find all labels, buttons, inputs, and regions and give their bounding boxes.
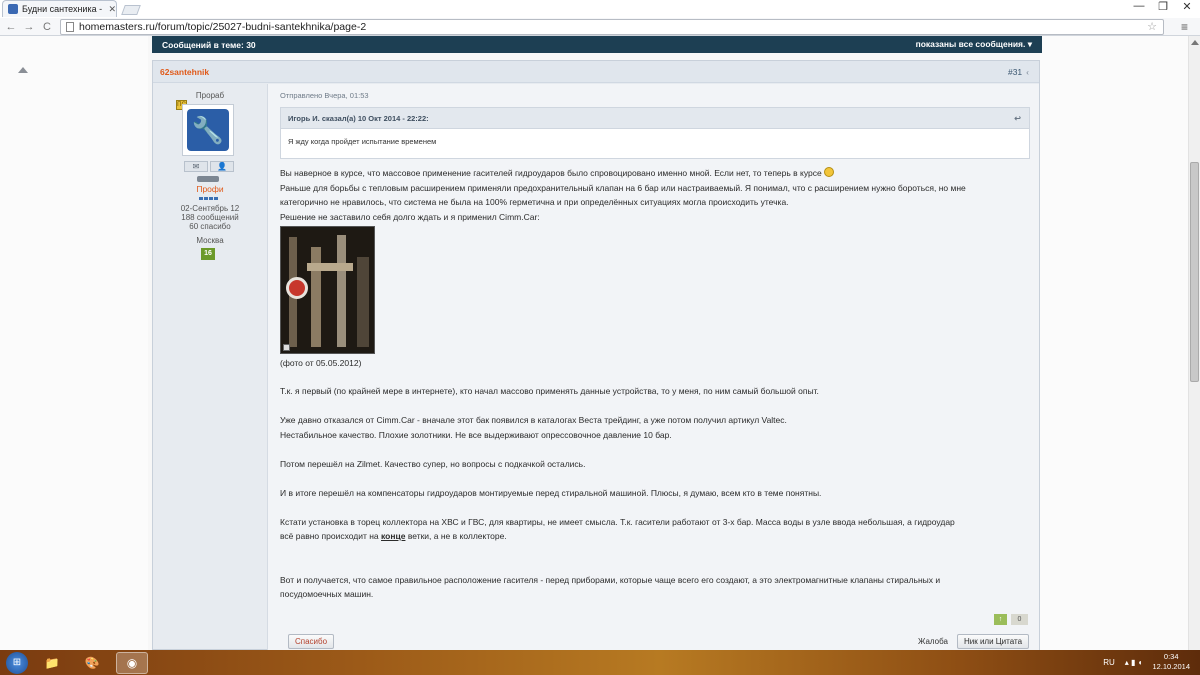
join-date: 02-Сентябрь 12 [180,204,240,213]
quote-text: Я жду когда пройдет испытание временем [288,137,437,146]
photo-caption: (фото от 05.05.2012) [280,358,362,368]
maximize-button[interactable]: ❐ [1156,0,1170,13]
taskbar: ⊞ 📁 🎨 ◉ RU ▴ ▮ ◖ 0:34 12.10.2014 [0,650,1200,675]
scroll-thumb[interactable] [1190,162,1199,382]
paragraph: Уже давно отказался от Cimm.Car - вначал… [280,415,787,425]
clock-date: 12.10.2014 [1152,662,1190,671]
paragraph: Нестабильное качество. Плохие золотники.… [280,429,672,440]
title-bar: Будни сантехника - Стра ✕ — ❐ ✕ [0,0,1200,18]
show-messages-dropdown[interactable]: показаны все сообщения. ▾ [916,39,1032,50]
address-bar[interactable]: homemasters.ru/forum/topic/25027-budni-s… [60,19,1164,35]
message-count: Сообщений в теме: 30 [162,39,256,50]
browser-menu-icon[interactable]: ≡ [1181,20,1188,34]
tab-close-icon[interactable]: ✕ [108,4,116,15]
system-tray: RU ▴ ▮ ◖ 0:34 12.10.2014 [1103,652,1190,672]
new-tab-button[interactable] [121,5,141,15]
user-actions: ✉ 👤 [184,161,234,172]
user-group: Профи [196,184,224,194]
jump-to-quote-icon[interactable]: ↩ [1014,114,1021,123]
post-content: Отправлено Вчера, 01:53 Игорь И. сказал(… [267,84,1039,650]
thanks-button[interactable]: Спасибо [288,634,334,649]
thanks-count: 60 спасибо [189,222,231,231]
post-count: 188 сообщений [181,213,239,222]
avatar[interactable]: 🔧 [182,104,234,156]
send-message-button[interactable]: ✉ [184,161,208,172]
share-icon[interactable]: ‹ [1026,67,1029,77]
scroll-up-icon[interactable] [1191,40,1199,45]
left-margin [0,36,148,650]
post-body-continued: Т.к. я первый (по крайней мере в интерне… [280,384,1032,616]
browser-toolbar: ← → C homemasters.ru/forum/topic/25027-b… [0,18,1200,36]
clock-time: 0:34 [1163,652,1179,661]
tray-icons[interactable]: ▴ ▮ ◖ [1125,658,1143,667]
quote-citation: Игорь И. сказал(а) 10 Окт 2014 - 22:22: [288,114,429,123]
user-rank: Прораб [195,91,225,100]
user-info-panel: Прораб ПС 🔧 ✉ 👤 Профи 02-Сентябрь 12 188… [153,84,267,650]
topic-bar: Сообщений в теме: 30 показаны все сообще… [152,36,1042,53]
paragraph: Потом перешёл на Zilmet. Качество супер,… [280,458,586,469]
minimize-button[interactable]: — [1132,0,1146,13]
paragraph: Кстати установка в торец коллектора на Х… [280,516,955,542]
valve-knob [286,277,308,299]
language-indicator[interactable]: RU [1103,658,1115,667]
report-link[interactable]: Жалоба [918,637,948,646]
body-line: Решение не заставило себя долго ждать и … [280,211,540,222]
reload-button[interactable]: C [40,21,54,33]
body-line: Раньше для борьбы с тепловым расширением… [280,182,966,193]
scroll-top-icon[interactable] [18,67,28,73]
view-profile-button[interactable]: 👤 [210,161,234,172]
url-text: homemasters.ru/forum/topic/25027-budni-s… [79,21,367,33]
rating-pips [199,197,218,200]
wrench-icon: 🔧 [187,109,229,151]
site-favicon-icon [8,4,18,14]
paragraph: Вот и получается, что самое правильное р… [280,574,941,600]
paragraph: И в итоге перешёл на компенсаторы гидроу… [280,487,822,498]
quote-header: Игорь И. сказал(а) 10 Окт 2014 - 22:22: … [281,108,1029,129]
start-button[interactable]: ⊞ [6,651,28,674]
quote-block: Игорь И. сказал(а) 10 Окт 2014 - 22:22: … [280,107,1030,159]
explorer-icon[interactable]: 📁 [36,652,68,674]
chrome-icon[interactable]: ◉ [116,651,148,674]
reputation-badge: 16 [201,248,215,260]
body-line-text: Вы наверное в курсе, что массовое примен… [280,168,822,178]
post-header: 62santehnik #31 ‹ [153,61,1039,83]
post-photo[interactable] [280,226,375,354]
post-date: Отправлено Вчера, 01:53 [280,91,369,100]
enlarge-image-icon[interactable] [283,344,290,351]
body-line: Вы наверное в курсе, что массовое примен… [280,166,1032,181]
online-status-bar [197,176,219,182]
page-icon [66,22,74,32]
page-viewport: Сообщений в теме: 30 показаны все сообще… [0,36,1200,650]
emphasis-word: конце [381,531,406,541]
right-margin [1040,36,1188,650]
forum-post: 62santehnik #31 ‹ Прораб ПС 🔧 ✉ 👤 Профи 0… [152,60,1040,650]
tab-title: Будни сантехника - Стра [22,4,104,14]
window-controls: — ❐ ✕ [1132,0,1194,13]
vote-count: 0 [1011,614,1028,625]
close-window-button[interactable]: ✕ [1180,0,1194,13]
vote-up-button[interactable]: ↑ [994,614,1007,625]
post-body: Вы наверное в курсе, что массовое примен… [280,166,1032,224]
paragraph: Т.к. я первый (по крайней мере в интерне… [280,386,819,396]
browser-tab[interactable]: Будни сантехника - Стра ✕ [2,0,117,17]
post-number-link[interactable]: #31 ‹ [1008,67,1029,77]
media-player-icon[interactable]: 🎨 [76,652,108,674]
vote-controls: ↑ 0 [994,614,1028,625]
body-line: категорично не нравилось, что система не… [280,197,789,207]
smile-icon [824,167,835,177]
user-city: Москва [196,236,224,245]
bookmark-star-icon[interactable]: ☆ [1147,20,1157,33]
user-meta: 02-Сентябрь 12 188 сообщений 60 спасибо [153,204,267,231]
post-number[interactable]: #31 [1008,67,1022,77]
forward-button[interactable]: → [22,21,36,33]
page-scrollbar[interactable] [1188,36,1200,650]
back-button[interactable]: ← [4,21,18,33]
post-author[interactable]: 62santehnik [160,67,209,77]
quote-button[interactable]: Ник или Цитата [957,634,1029,649]
clock[interactable]: 0:34 12.10.2014 [1152,652,1190,672]
